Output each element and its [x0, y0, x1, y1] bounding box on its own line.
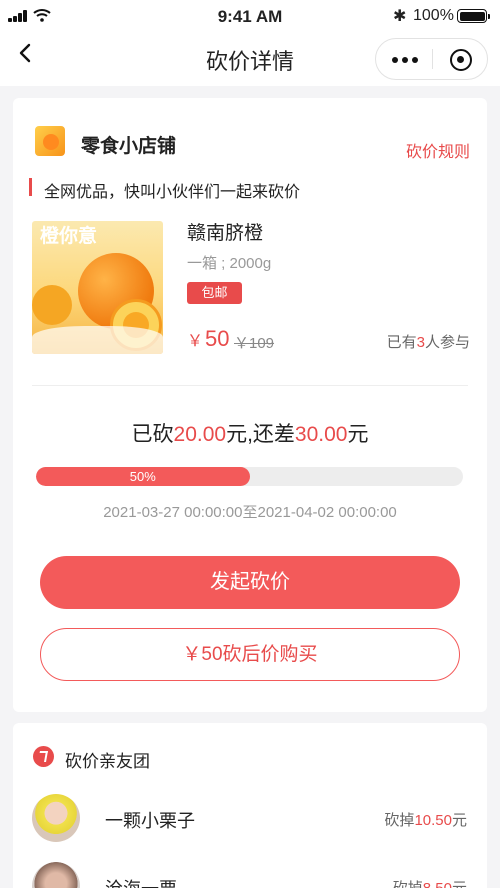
product-spec: 一箱 ; 2000g [187, 255, 272, 272]
participants-count: 已有3人参与 [386, 334, 470, 351]
avatar [32, 862, 80, 888]
battery-percentage: 100% [413, 7, 454, 24]
close-mini-program-icon[interactable] [450, 49, 472, 71]
friend-row: 沧海一粟 砍掉8.50元 [13, 862, 487, 888]
bargain-period: 2021-03-27 00:00:00至2021-04-02 00:00:00 [103, 504, 397, 521]
product-name: 赣南脐橙 [187, 223, 264, 244]
friend-cut-amount: 砍掉8.50元 [393, 877, 467, 888]
slogan-text: 全网优品，快叫小伙伴们一起来砍价 [44, 184, 301, 201]
status-bar: 9:41 AM ✱ 100% [0, 0, 500, 32]
capsule-divider [432, 49, 433, 69]
bargain-status: 已砍20.00元,还差30.00元 [131, 423, 369, 446]
more-icon[interactable] [392, 57, 418, 63]
friend-name: 沧海一粟 [105, 875, 177, 888]
currency-symbol: ￥ [187, 333, 204, 350]
product-image-text: 橙你意 [40, 225, 98, 247]
start-bargain-button[interactable]: 发起砍价 [40, 556, 460, 609]
battery-icon [457, 9, 490, 23]
bargain-card: 零食小店铺 砍价规则 全网优品，快叫小伙伴们一起来砍价 橙你意 赣南脐橙 一箱 … [13, 98, 487, 712]
friend-cut-amount: 砍掉10.50元 [384, 812, 467, 829]
product-image[interactable]: 橙你意 [32, 221, 163, 354]
friends-group-title: 砍价亲友团 [65, 752, 150, 771]
progress-label: 50% [129, 469, 156, 484]
bargain-progress-bar: 50% [36, 467, 463, 486]
slogan-accent-bar [29, 178, 32, 196]
friend-row: 一颗小栗子 砍掉10.50元 [13, 794, 487, 858]
friend-name: 一颗小栗子 [105, 811, 195, 831]
buy-at-bargain-price-button[interactable]: ￥50砍后价购买 [40, 628, 460, 681]
price-value: 50 [205, 326, 230, 351]
nav-bar: 砍价详情 [0, 32, 500, 86]
bluetooth-icon: ✱ [393, 8, 407, 25]
shop-name: 零食小店铺 [81, 136, 177, 157]
bargain-group-icon [33, 746, 54, 767]
original-price: ￥109 [234, 335, 275, 352]
avatar [32, 794, 80, 842]
friends-group-card: 砍价亲友团 一颗小栗子 砍掉10.50元 沧海一粟 砍掉8.50元 [13, 723, 487, 888]
shop-logo [35, 126, 65, 156]
current-price: ￥50 [187, 326, 230, 352]
free-shipping-badge: 包邮 [187, 282, 242, 304]
bargain-rules-link[interactable]: 砍价规则 [406, 138, 470, 162]
mini-program-capsule [375, 38, 488, 80]
divider [32, 385, 468, 386]
